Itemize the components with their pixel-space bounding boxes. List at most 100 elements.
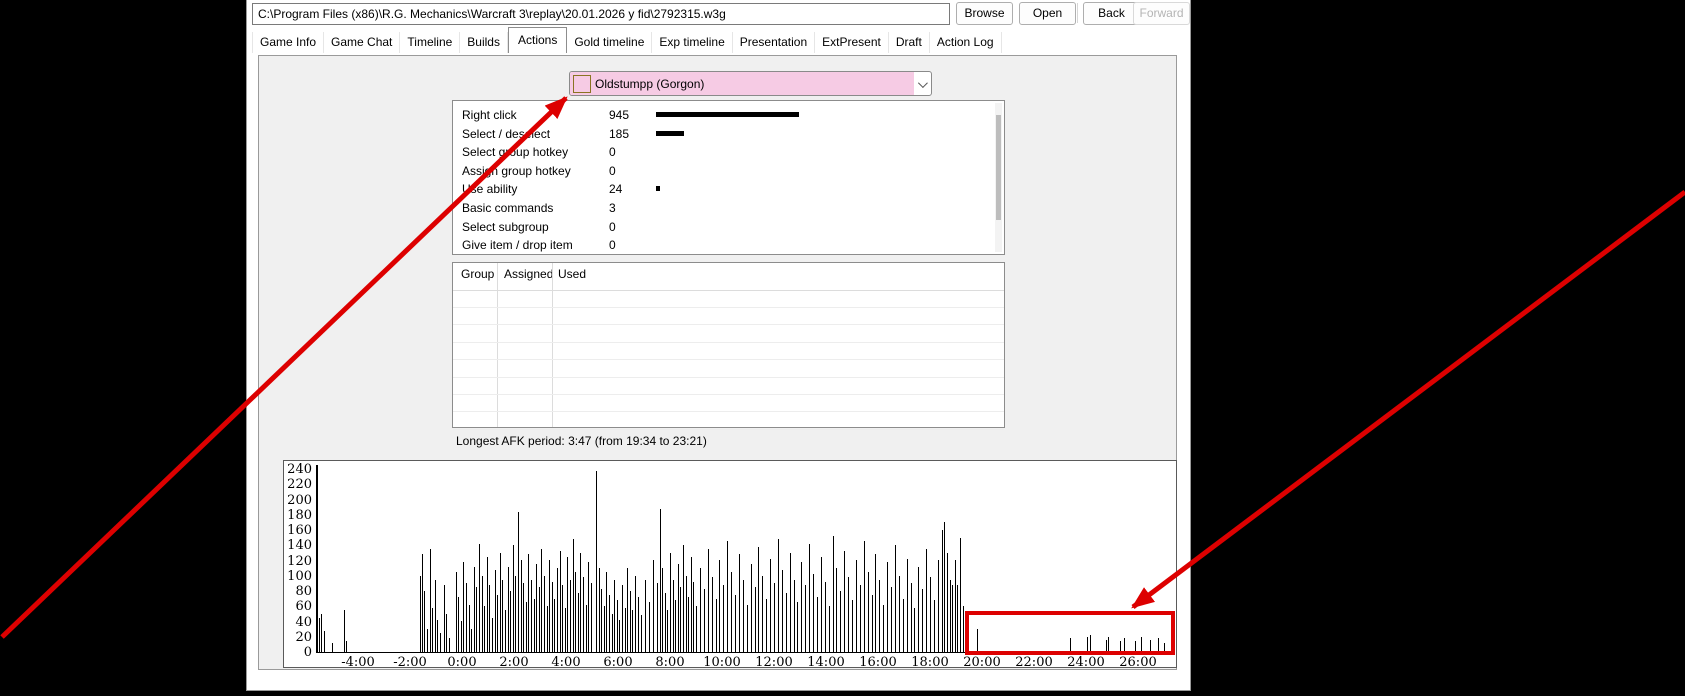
chart-bar xyxy=(1149,640,1151,652)
scrollbar-thumb[interactable] xyxy=(996,115,1001,220)
tab-actions[interactable]: Actions xyxy=(507,27,568,53)
chart-bar xyxy=(965,621,967,652)
chart-bar xyxy=(614,580,616,652)
y-tick-label: 100 xyxy=(287,568,312,584)
chart-bar xyxy=(859,585,861,652)
x-tick-label: 8:00 xyxy=(655,655,685,670)
x-tick-label: 22:00 xyxy=(1015,655,1053,670)
chart-bar xyxy=(624,608,626,652)
chart-bar xyxy=(918,567,920,652)
tab-game-info[interactable]: Game Info xyxy=(252,32,325,53)
chart-bar xyxy=(567,557,569,652)
chart-bar xyxy=(828,606,830,652)
tab-game-chat[interactable]: Game Chat xyxy=(324,32,401,53)
y-tick-label: 200 xyxy=(287,492,312,508)
chart-bar xyxy=(611,614,613,652)
y-tick-label: 180 xyxy=(287,507,312,523)
y-tick-label: 40 xyxy=(295,614,312,630)
y-tick-label: 220 xyxy=(287,477,312,493)
chart-bar xyxy=(933,600,935,652)
chart-bar xyxy=(541,549,543,652)
chart-bar xyxy=(1135,641,1137,652)
chart-bar xyxy=(484,606,486,652)
tab-builds[interactable]: Builds xyxy=(460,32,508,53)
stat-label: Give item / drop item xyxy=(462,238,573,253)
chart-bar xyxy=(1070,638,1072,652)
chart-bar xyxy=(667,610,669,652)
tab-action-log[interactable]: Action Log xyxy=(929,32,1002,53)
afk-period-note: Longest AFK period: 3:47 (from 19:34 to … xyxy=(456,434,707,448)
replay-path-input[interactable] xyxy=(252,3,950,25)
chart-bar xyxy=(670,553,671,652)
chart-bar xyxy=(515,576,517,652)
table-row-line xyxy=(453,307,1004,308)
chart-bar xyxy=(432,608,434,652)
chart-bar xyxy=(426,629,428,652)
chart-bar xyxy=(504,610,506,652)
chart-y-axis xyxy=(316,465,318,653)
table-row-line xyxy=(453,376,1004,378)
x-tick-label: 16:00 xyxy=(859,655,897,670)
tab-exp-timeline[interactable]: Exp timeline xyxy=(652,32,733,53)
chart-bar xyxy=(703,589,705,652)
chart-bar xyxy=(538,587,540,652)
column-header-group[interactable]: Group xyxy=(461,267,494,281)
tab-extpresent[interactable]: ExtPresent xyxy=(815,32,889,53)
chart-bar xyxy=(497,595,499,652)
chart-bar xyxy=(785,593,787,652)
chart-bar xyxy=(1164,643,1165,652)
chart-bar xyxy=(930,577,931,652)
chart-bar xyxy=(443,585,445,652)
chart-bar xyxy=(481,576,483,652)
chart-bar xyxy=(582,577,584,652)
chart-bar xyxy=(343,610,345,652)
stats-scrollbar[interactable] xyxy=(995,103,1002,252)
chart-bar xyxy=(976,629,978,652)
chart-bar xyxy=(319,618,320,652)
chart-bar xyxy=(746,605,748,652)
chart-bar xyxy=(653,560,655,652)
chart-bar xyxy=(844,551,846,652)
chart-bar xyxy=(824,582,826,652)
chart-bar xyxy=(855,560,857,652)
chart-bar xyxy=(543,576,545,652)
apm-chart: 240 220 200 180 160 140 120 100 80 60 40 20 0 -4:00 -2… xyxy=(283,460,1177,670)
chart-bar xyxy=(608,595,610,652)
chart-bar xyxy=(690,557,692,652)
chart-bar xyxy=(528,554,530,652)
chart-bar xyxy=(693,582,695,652)
chart-bar xyxy=(321,614,323,652)
stats-row: Select group hotkey 0 xyxy=(453,143,1004,161)
chart-bar xyxy=(512,545,514,652)
chart-bar xyxy=(902,599,904,652)
stat-label: Use ability xyxy=(462,182,518,197)
chart-bar xyxy=(946,553,948,652)
column-header-assigned[interactable]: Assigned xyxy=(504,267,553,281)
tab-draft[interactable]: Draft xyxy=(888,32,930,53)
forward-button[interactable]: Forward xyxy=(1133,2,1190,25)
chart-bar xyxy=(848,577,850,652)
chart-bar xyxy=(719,560,721,652)
back-button[interactable]: Back xyxy=(1083,2,1140,25)
browse-button[interactable]: Browse xyxy=(956,2,1013,25)
chart-bar xyxy=(559,551,561,652)
column-header-used[interactable]: Used xyxy=(558,267,586,281)
tab-presentation[interactable]: Presentation xyxy=(732,32,816,53)
tab-gold-timeline[interactable]: Gold timeline xyxy=(567,32,653,53)
toolbar-separator xyxy=(1077,3,1078,23)
chart-bar xyxy=(463,562,465,652)
chart-bar xyxy=(598,568,600,652)
chart-bar xyxy=(536,564,538,652)
open-button[interactable]: Open xyxy=(1019,2,1076,25)
player-dropdown[interactable]: Oldstumpp (Gorgon) xyxy=(569,71,932,96)
chart-bar xyxy=(883,605,885,652)
table-row-line xyxy=(453,428,1004,430)
chart-bar xyxy=(766,599,768,652)
tab-timeline[interactable]: Timeline xyxy=(400,32,461,53)
chart-bar xyxy=(564,608,566,652)
chart-bar xyxy=(723,585,725,652)
chart-bar xyxy=(502,580,504,652)
chart-bar xyxy=(465,583,467,652)
chart-bar xyxy=(750,564,752,652)
chart-bar xyxy=(774,583,775,652)
